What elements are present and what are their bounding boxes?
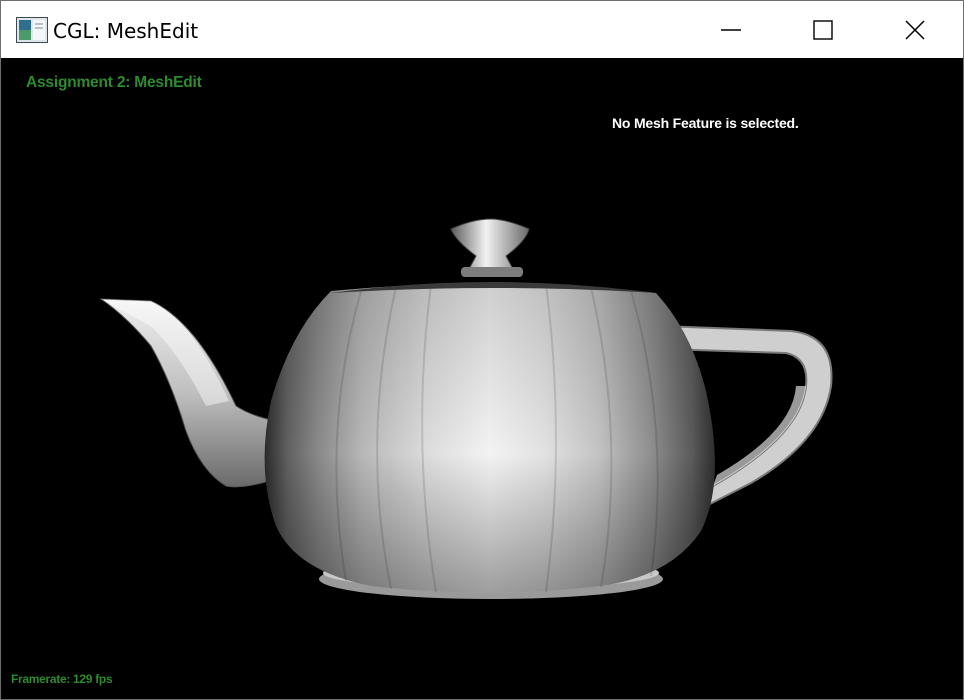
maximize-button[interactable] bbox=[777, 1, 869, 58]
teapot-mesh[interactable] bbox=[1, 58, 963, 699]
selection-status: No Mesh Feature is selected. bbox=[612, 115, 799, 131]
minimize-icon bbox=[721, 28, 741, 31]
render-viewport[interactable]: Assignment 2: MeshEdit No Mesh Feature i… bbox=[1, 58, 963, 699]
assignment-title: Assignment 2: MeshEdit bbox=[26, 74, 202, 91]
app-window: CGL: MeshEdit Assignment 2: MeshEdit No … bbox=[0, 0, 964, 700]
app-icon bbox=[16, 17, 48, 43]
window-title: CGL: MeshEdit bbox=[53, 19, 199, 43]
title-bar[interactable]: CGL: MeshEdit bbox=[1, 1, 963, 58]
close-icon bbox=[905, 19, 925, 40]
maximize-icon bbox=[813, 19, 833, 40]
close-button[interactable] bbox=[869, 1, 961, 58]
minimize-button[interactable] bbox=[685, 1, 777, 58]
framerate-readout: Framerate: 129 fps bbox=[11, 672, 113, 686]
